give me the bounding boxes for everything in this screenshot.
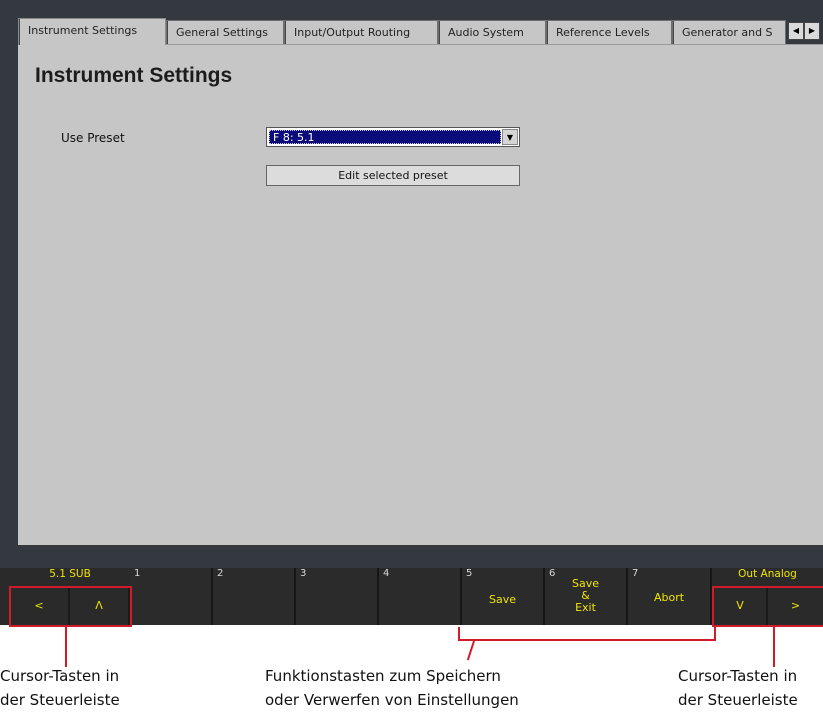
tab-instrument-settings[interactable]: Instrument Settings <box>18 18 166 45</box>
annotation-box-left <box>9 586 132 627</box>
edit-preset-button[interactable]: Edit selected preset <box>266 165 520 186</box>
tab-scroll-left-icon[interactable]: ◀ <box>788 22 804 40</box>
save-button[interactable]: 5 Save <box>462 568 545 625</box>
key-number: 4 <box>383 568 390 579</box>
dropdown-arrow-icon[interactable]: ▼ <box>502 129 518 145</box>
annotation-line-left <box>65 627 67 667</box>
layout-status: 5.1 SUB <box>49 568 91 580</box>
tab-scroll-right-icon[interactable]: ▶ <box>804 22 820 40</box>
caption-left: Cursor-Tasten in der Steuerleiste <box>0 667 120 709</box>
abort-button[interactable]: 7 Abort <box>628 568 712 625</box>
caption-center: Funktionstasten zum Speichern oder Verwe… <box>265 667 519 709</box>
tab-generator[interactable]: Generator and S <box>672 20 786 44</box>
preset-select[interactable]: F 8: 5.1 ▼ <box>266 127 520 147</box>
annotation-bracket-bottom <box>458 639 716 641</box>
tab-input-output-routing[interactable]: Input/Output Routing <box>284 20 438 44</box>
save-exit-label: Save & Exit <box>571 577 599 614</box>
annotation-box-right <box>712 586 823 627</box>
save-exit-button[interactable]: 6 Save & Exit <box>545 568 628 625</box>
key-number: 3 <box>300 568 307 579</box>
tab-general-settings[interactable]: General Settings <box>166 20 284 44</box>
function-key-3[interactable]: 3 <box>296 568 379 625</box>
key-number: 1 <box>134 568 141 579</box>
function-key-1[interactable]: 1 <box>130 568 213 625</box>
output-status: Out Analog <box>738 568 797 580</box>
annotation-line-center <box>466 640 475 661</box>
key-number: 7 <box>632 568 639 579</box>
save-label: Save <box>488 593 516 606</box>
caption-right: Cursor-Tasten in der Steuerleiste <box>678 667 798 709</box>
annotation-line-right <box>773 627 775 667</box>
function-key-2[interactable]: 2 <box>213 568 296 625</box>
page-title: Instrument Settings <box>35 64 233 87</box>
key-number: 2 <box>217 568 224 579</box>
tab-bar: Instrument Settings General Settings Inp… <box>18 18 823 45</box>
abort-label: Abort <box>653 591 685 604</box>
function-key-4[interactable]: 4 <box>379 568 462 625</box>
app-window: Instrument Settings General Settings Inp… <box>0 0 823 625</box>
tab-reference-levels[interactable]: Reference Levels <box>546 20 672 44</box>
tab-audio-system[interactable]: Audio System <box>438 20 546 44</box>
key-number: 5 <box>466 568 473 579</box>
settings-panel: Instrument Settings Use Preset F 8: 5.1 … <box>18 44 823 545</box>
annotation-bracket-right <box>714 627 716 641</box>
preset-selected-value: F 8: 5.1 <box>269 130 501 144</box>
use-preset-label: Use Preset <box>61 131 125 145</box>
